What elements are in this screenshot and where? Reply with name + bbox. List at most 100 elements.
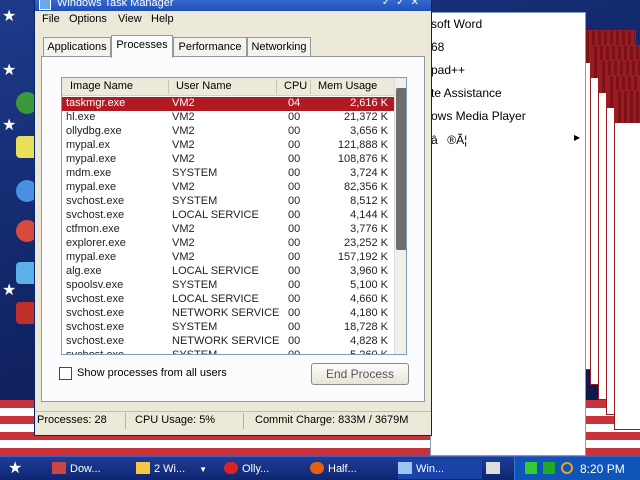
cell-cpu: 00 bbox=[288, 293, 301, 305]
table-row[interactable]: taskmgr.exe VM2 04 2,616 K bbox=[62, 97, 394, 111]
table-row[interactable]: ctfmon.exe VM2 00 3,776 K bbox=[62, 223, 394, 237]
task-manager-window: Windows Task Manager ✓✓✕ File Options Vi… bbox=[34, 0, 432, 436]
menu-item-notepad[interactable]: pad++ bbox=[431, 63, 465, 81]
vertical-scrollbar[interactable] bbox=[394, 78, 406, 354]
table-row[interactable]: ollydbg.exe VM2 00 3,656 K bbox=[62, 125, 394, 139]
wallpaper-star: ★ bbox=[2, 115, 17, 134]
cell-image-name: svchost.exe bbox=[66, 209, 125, 221]
ollydbg-icon bbox=[224, 462, 238, 474]
taskbar-item-download[interactable]: Dow... bbox=[52, 459, 132, 479]
tab-networking[interactable]: Networking bbox=[247, 37, 311, 57]
clock[interactable]: 8:20 PM bbox=[580, 462, 625, 476]
menu-file[interactable]: File bbox=[42, 13, 60, 25]
cell-image-name: svchost.exe bbox=[66, 349, 125, 355]
start-menu-panel: soft Word 68 pad++ te Assistance ows Med… bbox=[430, 12, 586, 456]
table-row[interactable]: mypal.exe VM2 00 108,876 K bbox=[62, 153, 394, 167]
table-row[interactable]: svchost.exe NETWORK SERVICE 00 4,828 K bbox=[62, 335, 394, 349]
tray-network-icon[interactable] bbox=[525, 462, 537, 474]
cell-image-name: ctfmon.exe bbox=[66, 223, 120, 235]
cell-cpu: 00 bbox=[288, 237, 301, 249]
cell-mem-usage: 4,144 K bbox=[350, 209, 388, 221]
table-row[interactable]: svchost.exe LOCAL SERVICE 00 4,144 K bbox=[62, 209, 394, 223]
column-user-name[interactable]: User Name bbox=[176, 80, 232, 92]
halflife-icon bbox=[310, 462, 324, 474]
menu-item-submenu[interactable]: â®Ã¦ bbox=[431, 132, 467, 150]
cell-user-name: NETWORK SERVICE bbox=[172, 335, 280, 347]
tab-performance[interactable]: Performance bbox=[173, 37, 247, 57]
cell-image-name: mypal.exe bbox=[66, 251, 117, 263]
end-process-button[interactable]: End Process bbox=[311, 363, 409, 385]
table-row[interactable]: explorer.exe VM2 00 23,252 K bbox=[62, 237, 394, 251]
download-icon bbox=[52, 462, 66, 474]
task-manager-icon bbox=[398, 462, 412, 474]
taskbar-item-task-manager[interactable]: Win... bbox=[398, 459, 482, 479]
cell-cpu: 00 bbox=[288, 307, 301, 319]
menu-item-68[interactable]: 68 bbox=[431, 40, 444, 58]
table-row[interactable]: mypal.exe VM2 00 157,192 K bbox=[62, 251, 394, 265]
task-manager-icon bbox=[39, 0, 51, 10]
show-all-label: Show processes from all users bbox=[77, 367, 227, 379]
cell-mem-usage: 3,724 K bbox=[350, 167, 388, 179]
title-bar[interactable]: Windows Task Manager ✓✓✕ bbox=[35, 0, 431, 11]
taskbar-item-ollydbg[interactable]: Olly... bbox=[224, 459, 304, 479]
tray-search-icon[interactable] bbox=[561, 462, 573, 474]
table-row[interactable]: hl.exe VM2 00 21,372 K bbox=[62, 111, 394, 125]
column-cpu[interactable]: CPU bbox=[284, 80, 307, 92]
cell-image-name: spoolsv.exe bbox=[66, 279, 124, 291]
scroll-thumb[interactable] bbox=[396, 88, 406, 250]
cell-mem-usage: 3,656 K bbox=[350, 125, 388, 137]
menu-bar: File Options View Help bbox=[35, 11, 431, 29]
table-row[interactable]: alg.exe LOCAL SERVICE 00 3,960 K bbox=[62, 265, 394, 279]
cell-cpu: 00 bbox=[288, 223, 301, 235]
menu-view[interactable]: View bbox=[118, 13, 142, 25]
taskbar-keyboard-icon[interactable] bbox=[486, 459, 502, 479]
cell-user-name: LOCAL SERVICE bbox=[172, 265, 259, 277]
start-star-icon: ★ bbox=[8, 458, 23, 477]
table-row[interactable]: mypal.exe VM2 00 82,356 K bbox=[62, 181, 394, 195]
cell-image-name: mypal.exe bbox=[66, 181, 117, 193]
table-row[interactable]: mypal.ex VM2 00 121,888 K bbox=[62, 139, 394, 153]
table-row[interactable]: svchost.exe SYSTEM 00 18,728 K bbox=[62, 321, 394, 335]
stacked-window[interactable] bbox=[614, 90, 640, 430]
cell-mem-usage: 4,180 K bbox=[350, 307, 388, 319]
wallpaper-star: ★ bbox=[2, 6, 17, 25]
column-image-name[interactable]: Image Name bbox=[70, 80, 133, 92]
cell-user-name: VM2 bbox=[172, 223, 195, 235]
cell-cpu: 04 bbox=[288, 97, 301, 109]
cell-mem-usage: 121,888 K bbox=[337, 139, 388, 151]
menu-item-word[interactable]: soft Word bbox=[431, 17, 482, 35]
status-processes: Processes: 28 bbox=[37, 414, 107, 426]
cell-cpu: 00 bbox=[288, 111, 301, 123]
table-row[interactable]: mdm.exe SYSTEM 00 3,724 K bbox=[62, 167, 394, 181]
menu-item-remote-assistance[interactable]: te Assistance bbox=[431, 86, 502, 104]
table-row[interactable]: svchost.exe NETWORK SERVICE 00 4,180 K bbox=[62, 307, 394, 321]
menu-help[interactable]: Help bbox=[151, 13, 174, 25]
cell-cpu: 00 bbox=[288, 265, 301, 277]
table-row[interactable]: svchost.exe SYSTEM 00 5,260 K bbox=[62, 349, 394, 355]
cell-cpu: 00 bbox=[288, 139, 301, 151]
tray-shield-icon[interactable] bbox=[543, 462, 555, 474]
window-controls[interactable]: ✓✓✕ bbox=[382, 0, 425, 8]
table-row[interactable]: svchost.exe LOCAL SERVICE 00 4,660 K bbox=[62, 293, 394, 307]
cell-mem-usage: 5,100 K bbox=[350, 279, 388, 291]
table-row[interactable]: svchost.exe SYSTEM 00 8,512 K bbox=[62, 195, 394, 209]
cell-image-name: hl.exe bbox=[66, 111, 96, 123]
table-row[interactable]: spoolsv.exe SYSTEM 00 5,100 K bbox=[62, 279, 394, 293]
status-cpu-usage: CPU Usage: 5% bbox=[135, 414, 216, 426]
menu-options[interactable]: Options bbox=[69, 13, 107, 25]
cell-cpu: 00 bbox=[288, 125, 301, 137]
cell-cpu: 00 bbox=[288, 181, 301, 193]
cell-user-name: VM2 bbox=[172, 139, 195, 151]
cell-mem-usage: 8,512 K bbox=[350, 195, 388, 207]
cell-cpu: 00 bbox=[288, 153, 301, 165]
cell-user-name: SYSTEM bbox=[172, 321, 218, 333]
tab-applications[interactable]: Applications bbox=[43, 37, 111, 57]
menu-item-media-player[interactable]: ows Media Player bbox=[431, 109, 526, 127]
tab-processes[interactable]: Processes bbox=[111, 35, 173, 58]
column-mem-usage[interactable]: Mem Usage bbox=[318, 80, 377, 92]
start-button[interactable]: ★ bbox=[0, 457, 34, 480]
taskbar-item-folders[interactable]: 2 Wi... ▼ bbox=[136, 459, 216, 479]
taskbar-item-halflife[interactable]: Half... bbox=[310, 459, 390, 479]
status-bar: Processes: 28 CPU Usage: 5% Commit Charg… bbox=[35, 411, 431, 429]
show-all-checkbox[interactable] bbox=[59, 367, 72, 380]
